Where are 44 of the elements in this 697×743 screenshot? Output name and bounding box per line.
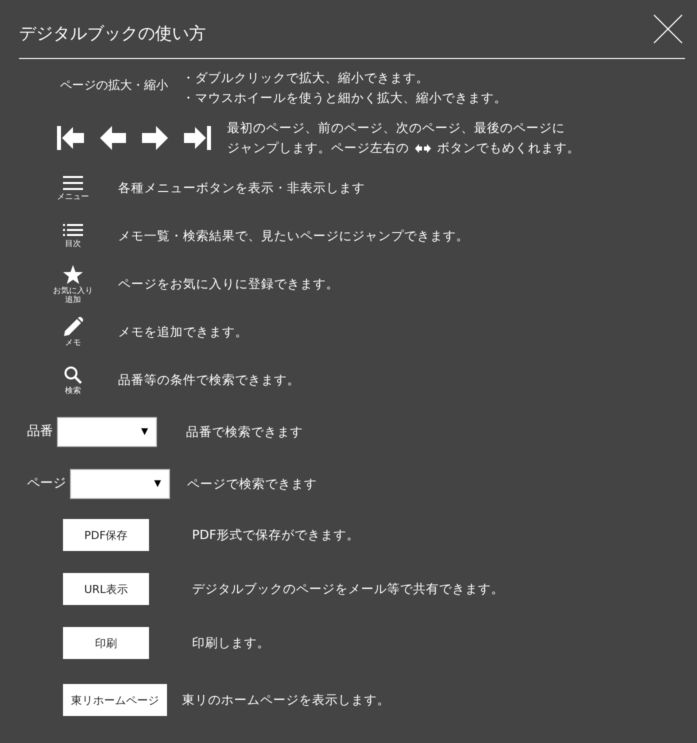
icon-caption: お気に入り追加 xyxy=(52,286,94,304)
feature-description: 各種メニューボタンを表示・非表示します xyxy=(118,179,365,197)
arrow-left-icon[interactable] xyxy=(99,125,127,151)
feature-description: メモを追加できます。 xyxy=(118,323,248,341)
select-label: 品番 xyxy=(27,423,53,441)
icon-caption: メニュー xyxy=(56,192,90,200)
search-icon[interactable] xyxy=(64,366,82,384)
icon-caption: 検索 xyxy=(64,386,82,394)
zoom-description: ・ダブルクリックで拡大、縮小できます。 xyxy=(182,69,430,87)
close-icon[interactable] xyxy=(653,14,683,44)
feature-description: ページをお気に入りに登録できます。 xyxy=(118,275,339,293)
dialog-title: デジタルブックの使い方 xyxy=(19,22,206,44)
list-icon[interactable] xyxy=(63,224,83,237)
action-button[interactable]: URL表示 xyxy=(63,573,149,605)
zoom-description: ・マウスホイールを使うと細かく拡大、縮小できます。 xyxy=(182,89,507,107)
icon-caption: メモ xyxy=(64,338,82,347)
dropdown-select[interactable]: ▼ xyxy=(57,417,157,447)
navigation-description: 最初のページ、前のページ、次のページ、最後のページに xyxy=(227,119,566,137)
select-label: ページ xyxy=(27,475,66,493)
feature-description: 品番等の条件で検索できます。 xyxy=(118,371,300,389)
skip-back-icon[interactable] xyxy=(57,125,85,151)
dropdown-select[interactable]: ▼ xyxy=(70,469,170,499)
select-description: 品番で検索できます xyxy=(186,423,303,441)
dropdown-arrow: ▼ xyxy=(141,427,148,437)
feature-description: メモ一覧・検索結果で、見たいページにジャンプできます。 xyxy=(118,227,469,245)
pencil-icon[interactable] xyxy=(64,317,82,336)
action-button[interactable]: 印刷 xyxy=(63,627,149,659)
select-description: ページで検索できます xyxy=(187,475,317,493)
star-icon[interactable] xyxy=(63,264,83,284)
icon-caption: 目次 xyxy=(64,239,82,248)
arrows-icon xyxy=(415,142,431,154)
button-description: PDF形式で保存ができます。 xyxy=(192,526,360,544)
button-description: 印刷します。 xyxy=(192,634,270,652)
arrow-right-icon[interactable] xyxy=(141,125,169,151)
navigation-description: ジャンプします。ページ左右の xyxy=(227,139,409,157)
skip-forward-icon[interactable] xyxy=(183,125,211,151)
action-button[interactable]: 東リホームページ xyxy=(63,684,167,716)
action-button[interactable]: PDF保存 xyxy=(63,519,149,551)
menu-icon[interactable] xyxy=(63,176,83,190)
button-description: 東リのホームページを表示します。 xyxy=(182,691,390,709)
zoom-label: ページの拡大・縮小 xyxy=(60,77,168,94)
button-description: デジタルブックのページをメール等で共有できます。 xyxy=(192,580,504,598)
navigation-description: ボタンでもめくれます。 xyxy=(437,139,580,157)
dropdown-arrow: ▼ xyxy=(154,479,161,489)
